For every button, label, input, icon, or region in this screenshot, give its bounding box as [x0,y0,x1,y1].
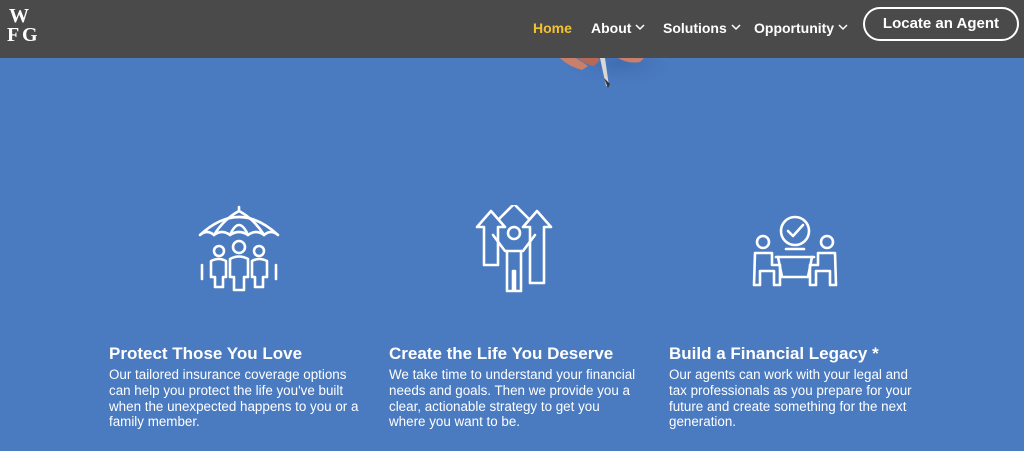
chevron-down-icon [731,24,741,31]
family-umbrella-icon [198,205,280,292]
meeting-checkmark-icon [752,215,838,287]
nav-solutions-label: Solutions [663,20,727,36]
chevron-down-icon [838,24,848,31]
nav-about-link[interactable]: About [591,19,645,37]
growth-arrows-person-icon [475,205,553,293]
feature-title: Protect Those You Love [109,344,303,363]
nav-solutions-link[interactable]: Solutions [663,19,741,37]
feature-description: We take time to understand your financia… [389,367,636,430]
nav-opportunity-label: Opportunity [754,20,835,36]
svg-text:G: G [22,24,38,44]
nav-home-link[interactable]: Home [533,19,572,37]
locate-agent-button[interactable]: Locate an Agent [863,7,1019,41]
svg-text:F: F [7,24,19,44]
feature-title: Build a Financial Legacy * [669,344,879,363]
feature-title: Create the Life You Deserve [389,344,614,363]
nav-opportunity-link[interactable]: Opportunity [754,19,848,37]
feature-description: Our agents can work with your legal and … [669,367,912,430]
nav-home-label: Home [533,20,572,36]
feature-description: Our tailored insurance coverage options … [109,367,359,430]
top-navigation-bar: W F G Home About Solutions Opportunity L… [0,0,1024,58]
chevron-down-icon [635,24,645,31]
hero-image-fragment [556,58,668,94]
nav-about-label: About [591,20,632,36]
wfg-logo[interactable]: W F G [6,4,46,44]
